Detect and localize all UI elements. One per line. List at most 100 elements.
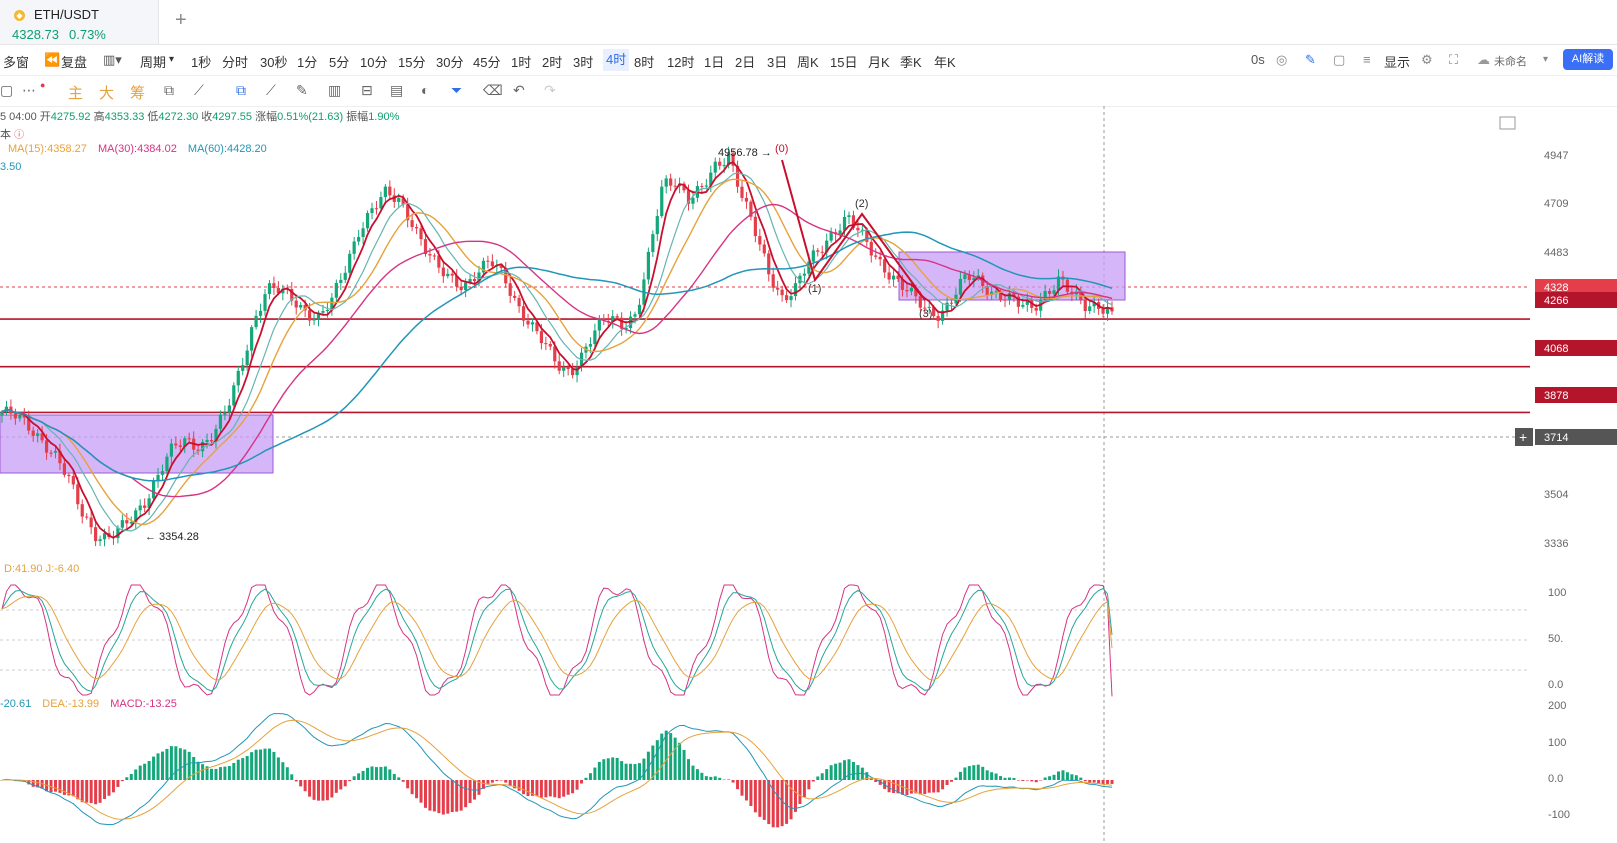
- macd-histogram-bar: [241, 758, 245, 780]
- candle-body: [713, 161, 717, 173]
- note-icon[interactable]: ▤: [390, 82, 403, 99]
- candle-body: [361, 228, 365, 237]
- candle-body: [205, 439, 209, 443]
- candle-body: [633, 314, 637, 317]
- macd-histogram-bar: [1088, 780, 1092, 783]
- macd-dif-label: -20.61: [0, 698, 32, 710]
- chip-distribution-button[interactable]: 筹: [130, 82, 145, 103]
- lock-icon[interactable]: ⊟: [361, 82, 373, 99]
- indicator-icon[interactable]: ⧉: [164, 82, 174, 99]
- interval-8[interactable]: 45分: [473, 52, 500, 71]
- interval-5[interactable]: 10分: [360, 52, 387, 71]
- macd-histogram-bar: [223, 766, 227, 780]
- display-button[interactable]: 显示: [1384, 52, 1410, 71]
- filter-icon[interactable]: ⏷: [451, 82, 462, 99]
- camera-icon[interactable]: ◎: [1276, 52, 1287, 68]
- interval-4[interactable]: 5分: [329, 52, 349, 71]
- undo-icon[interactable]: ↶: [513, 82, 525, 99]
- interval-10[interactable]: 2时: [542, 52, 562, 71]
- candle-body: [348, 253, 352, 273]
- macd-histogram-bar: [673, 737, 677, 780]
- macd-histogram-bar: [740, 780, 744, 796]
- macd-histogram-bar: [232, 763, 236, 780]
- interval-7[interactable]: 30分: [436, 52, 463, 71]
- interval-19[interactable]: 15日: [830, 52, 857, 71]
- multi-window-button[interactable]: 多窗: [3, 52, 29, 71]
- candle-body: [802, 273, 807, 276]
- candle-body: [397, 198, 401, 202]
- macd-histogram-bar: [936, 780, 940, 793]
- replay-button[interactable]: 复盘: [61, 52, 87, 71]
- interval-9[interactable]: 1时: [511, 52, 531, 71]
- macd-histogram-bar: [254, 749, 258, 780]
- macd-histogram-bar: [905, 780, 909, 796]
- list-icon[interactable]: ≡: [1363, 52, 1371, 67]
- interval-15[interactable]: 1日: [704, 52, 724, 71]
- candle-body: [419, 228, 423, 240]
- interval-0[interactable]: 1秒: [191, 52, 211, 71]
- brush-icon[interactable]: ✎: [296, 82, 308, 99]
- macd-histogram-bar: [348, 780, 352, 782]
- ai-analysis-button[interactable]: AI解读: [1563, 49, 1613, 70]
- fullscreen-icon[interactable]: ⛶: [1449, 52, 1458, 68]
- pencil-icon[interactable]: ✎: [1305, 52, 1316, 68]
- line-tool-icon[interactable]: ⟋: [194, 82, 204, 99]
- macd-histogram-bar: [339, 780, 343, 790]
- candle-body: [593, 330, 597, 345]
- interval-3[interactable]: 1分: [297, 52, 317, 71]
- interval-11[interactable]: 3时: [573, 52, 593, 71]
- interval-2[interactable]: 30秒: [260, 52, 287, 71]
- redo-icon[interactable]: ↷: [544, 82, 556, 99]
- ruler-icon[interactable]: ⟋: [266, 82, 276, 99]
- price-chart[interactable]: 4956.78 → ← 3354.28 (0) (1) (2) (3) 4947 4709 4…: [0, 106, 1617, 843]
- candle-body: [254, 315, 258, 328]
- more-icon[interactable]: ⋯: [22, 82, 36, 99]
- candle-body: [816, 250, 820, 252]
- interval-17[interactable]: 3日: [767, 52, 787, 71]
- candles-icon[interactable]: ▥: [328, 82, 341, 99]
- macd-histogram-bar: [633, 764, 637, 780]
- macd-histogram-bar: [459, 780, 463, 811]
- big-order-button[interactable]: 大: [99, 82, 114, 103]
- settings-icon[interactable]: ⚙: [1421, 52, 1433, 68]
- add-tab-icon[interactable]: +: [175, 9, 187, 32]
- interval-18[interactable]: 周K: [797, 52, 819, 71]
- candle-body: [227, 405, 231, 413]
- main-indicator-button[interactable]: 主: [68, 82, 83, 103]
- interval-20[interactable]: 月K: [868, 52, 890, 71]
- chevron-down-icon[interactable]: ▾: [169, 54, 174, 65]
- interval-6[interactable]: 15分: [398, 52, 425, 71]
- macd-histogram-bar: [267, 748, 271, 780]
- symbol-tab[interactable]: ◆ ETH/USDT 4328.73 0.73%: [0, 0, 159, 44]
- magnet-icon[interactable]: ◐: [421, 82, 429, 98]
- candle-body: [241, 365, 245, 371]
- zero-seconds-label: 0s: [1251, 52, 1265, 67]
- candle-body: [13, 413, 17, 419]
- interval-14[interactable]: 12时: [667, 52, 694, 71]
- candle-type-icon[interactable]: ▥▾: [103, 52, 122, 68]
- candle-body: [414, 227, 419, 229]
- kdj-axis-label-0: 100: [1548, 587, 1566, 599]
- interval-13[interactable]: 8时: [634, 52, 654, 71]
- interval-22[interactable]: 年K: [934, 52, 956, 71]
- interval-12[interactable]: 4时: [603, 49, 630, 71]
- interval-1[interactable]: 分时: [222, 52, 248, 71]
- macd-histogram-bar: [1043, 777, 1047, 780]
- candle-body: [820, 251, 824, 253]
- macd-histogram-bar: [227, 766, 231, 780]
- period-button[interactable]: 周期: [140, 52, 166, 71]
- crosshair-icon[interactable]: ▢: [0, 82, 13, 99]
- interval-21[interactable]: 季K: [900, 52, 922, 71]
- replay-icon[interactable]: ⏪: [44, 52, 60, 68]
- interval-16[interactable]: 2日: [735, 52, 755, 71]
- macd-histogram-bar: [294, 780, 298, 782]
- macd-histogram-bar: [629, 763, 633, 780]
- copy-icon[interactable]: ⧉: [236, 82, 246, 99]
- macd-histogram-bar: [303, 780, 307, 792]
- layout-name[interactable]: 未命名: [1494, 53, 1527, 69]
- candle-body: [637, 304, 642, 315]
- trash-icon[interactable]: ⌫: [483, 82, 503, 99]
- layout-chevron-down-icon[interactable]: ▾: [1543, 54, 1548, 65]
- window-icon[interactable]: ▢: [1333, 52, 1345, 68]
- candle-body: [700, 186, 704, 188]
